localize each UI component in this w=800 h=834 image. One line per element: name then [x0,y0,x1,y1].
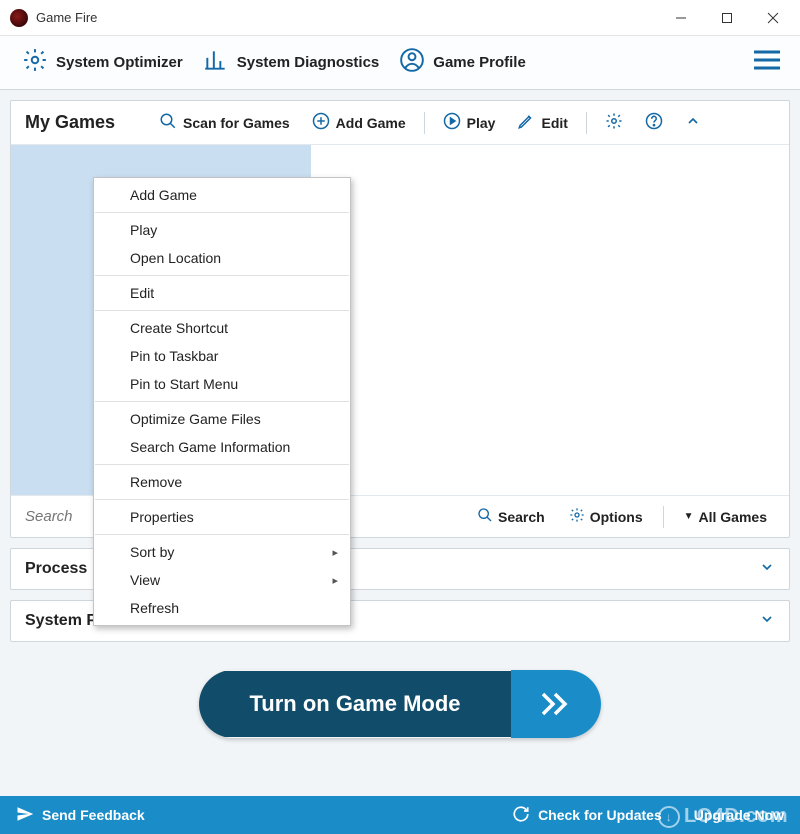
chevron-down-icon [759,559,775,580]
check-for-updates-button[interactable]: Check for Updates [496,796,678,834]
scan-label: Scan for Games [183,115,290,131]
cm-separator [95,401,349,402]
gear-icon [605,112,623,133]
cm-remove[interactable]: Remove [94,468,350,496]
options-button[interactable]: Options [561,503,651,530]
all-games-dropdown[interactable]: ▼ All Games [676,505,775,529]
help-icon [645,112,663,133]
check-updates-label: Check for Updates [538,807,662,823]
add-game-button[interactable]: Add Game [304,108,414,137]
cm-open-location[interactable]: Open Location [94,244,350,272]
cm-pin-start-menu[interactable]: Pin to Start Menu [94,370,350,398]
caret-down-icon: ▼ [684,511,694,522]
pencil-icon [517,112,535,133]
cm-pin-taskbar[interactable]: Pin to Taskbar [94,342,350,370]
refresh-icon [512,805,530,826]
system-optimizer-label: System Optimizer [56,54,183,71]
watermark-text: LO4D.com [684,805,788,828]
cm-separator [95,534,349,535]
edit-button[interactable]: Edit [509,108,575,137]
search-button[interactable]: Search [469,503,553,530]
game-mode-row: Turn on Game Mode [10,652,790,746]
all-games-label: All Games [699,509,767,525]
cm-separator [95,499,349,500]
separator [424,112,425,134]
cm-refresh[interactable]: Refresh [94,594,350,622]
maximize-button[interactable] [704,0,750,36]
send-feedback-button[interactable]: Send Feedback [0,796,161,834]
cm-separator [95,464,349,465]
close-button[interactable] [750,0,796,36]
send-icon [16,805,34,826]
window-controls [658,0,796,36]
chevron-up-icon [685,113,701,132]
edit-label: Edit [541,115,567,131]
main-toolbar: System Optimizer System Diagnostics Game… [0,36,800,90]
cm-optimize-game-files[interactable]: Optimize Game Files [94,405,350,433]
cm-add-game[interactable]: Add Game [94,181,350,209]
help-button[interactable] [637,108,671,137]
chevron-down-icon [759,611,775,632]
send-feedback-label: Send Feedback [42,807,145,823]
window-title: Game Fire [36,10,658,25]
cm-separator [95,212,349,213]
cm-create-shortcut[interactable]: Create Shortcut [94,314,350,342]
cm-view[interactable]: View [94,566,350,594]
play-icon [443,112,461,133]
watermark: ↓ LO4D.com [658,805,788,828]
cm-edit[interactable]: Edit [94,279,350,307]
search-icon [477,507,493,526]
system-diagnostics-button[interactable]: System Diagnostics [193,41,390,84]
cm-separator [95,275,349,276]
play-label: Play [467,115,496,131]
gear-icon [22,47,48,78]
download-icon: ↓ [658,806,680,828]
cm-sort-by[interactable]: Sort by [94,538,350,566]
minimize-button[interactable] [658,0,704,36]
plus-icon [312,112,330,133]
cm-properties[interactable]: Properties [94,503,350,531]
search-icon [159,112,177,133]
separator [586,112,587,134]
game-profile-label: Game Profile [433,54,526,71]
options-label: Options [590,509,643,525]
settings-button[interactable] [597,108,631,137]
double-chevron-icon [511,670,601,738]
game-mode-label: Turn on Game Mode [199,671,510,737]
separator [663,506,664,528]
cm-separator [95,310,349,311]
menu-button[interactable] [746,42,788,83]
footer-spacer [161,796,496,834]
play-button[interactable]: Play [435,108,504,137]
titlebar: Game Fire [0,0,800,36]
gear-icon [569,507,585,526]
system-diagnostics-label: System Diagnostics [237,54,380,71]
app-icon [10,9,28,27]
game-detail-area [311,145,789,495]
search-label: Search [498,509,545,525]
turn-on-game-mode-button[interactable]: Turn on Game Mode [199,670,600,738]
my-games-header: My Games Scan for Games Add Game Play Ed… [11,101,789,145]
profile-icon [399,47,425,78]
cm-play[interactable]: Play [94,216,350,244]
scan-for-games-button[interactable]: Scan for Games [151,108,298,137]
add-label: Add Game [336,115,406,131]
chart-icon [203,47,229,78]
my-games-title: My Games [25,112,115,133]
game-profile-button[interactable]: Game Profile [389,41,536,84]
system-optimizer-button[interactable]: System Optimizer [12,41,193,84]
cm-search-game-info[interactable]: Search Game Information [94,433,350,461]
context-menu: Add Game Play Open Location Edit Create … [93,177,351,626]
collapse-button[interactable] [677,109,709,136]
